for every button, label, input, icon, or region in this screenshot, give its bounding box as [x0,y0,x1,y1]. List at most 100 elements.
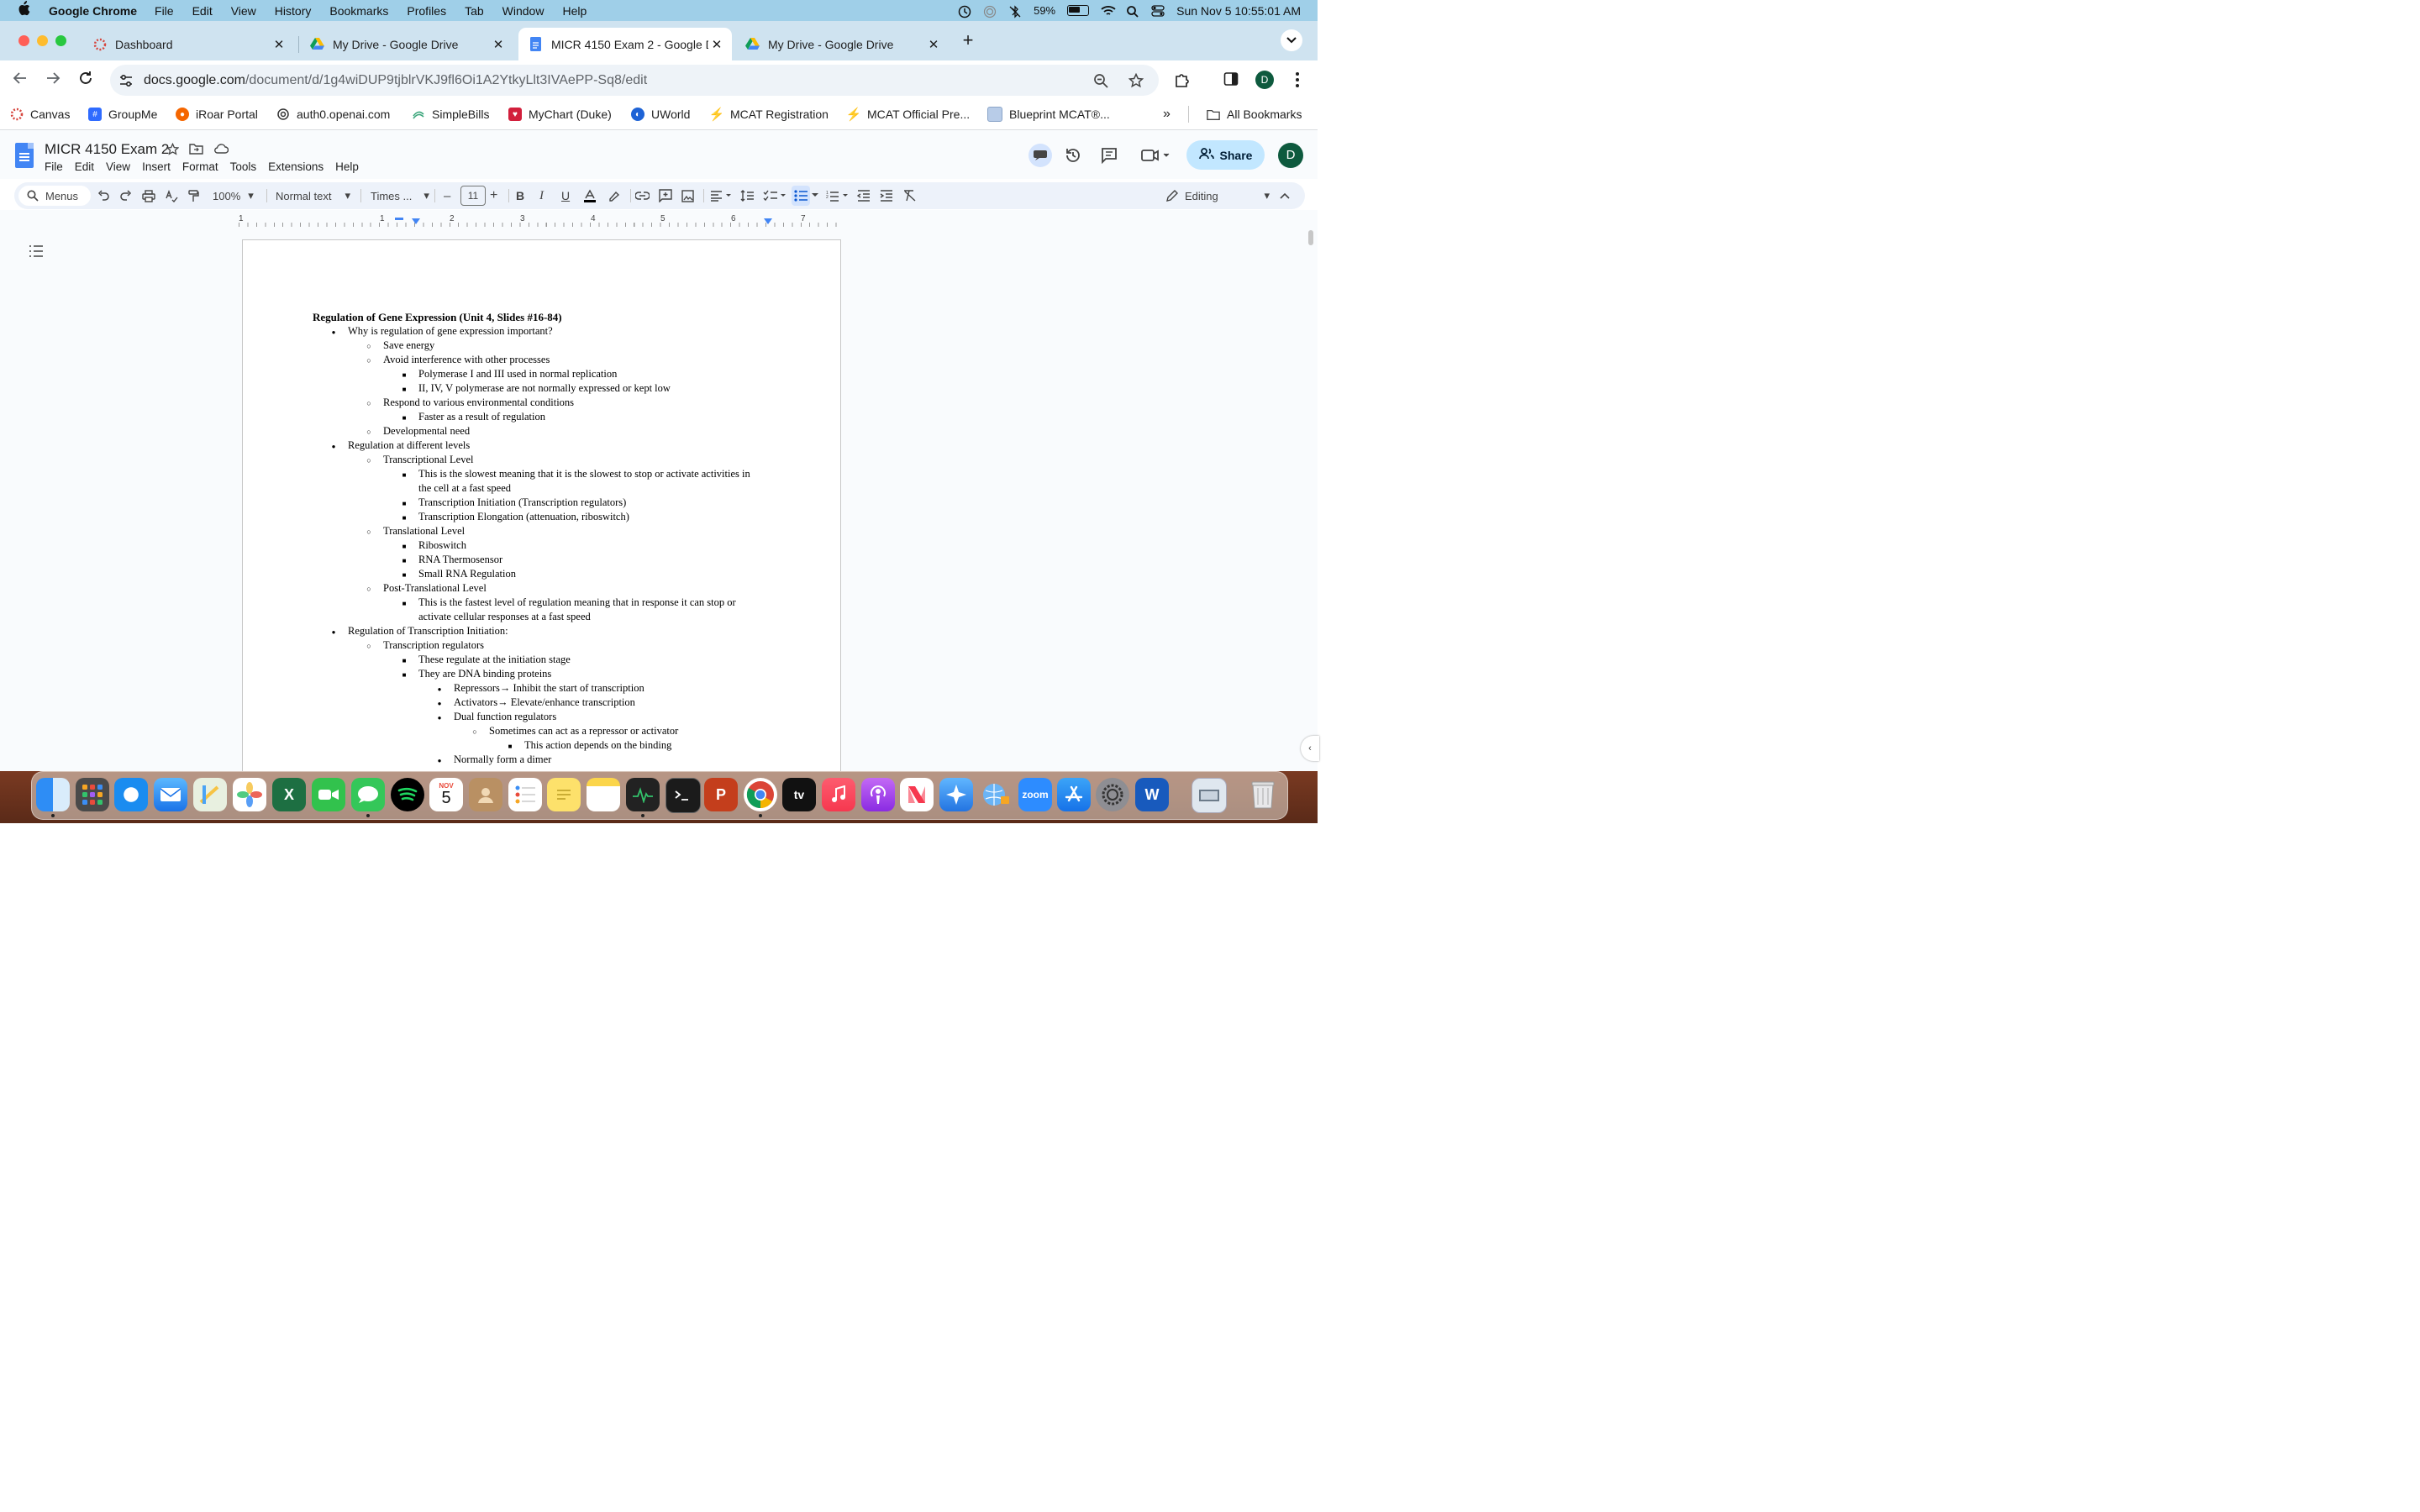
maps-icon[interactable] [193,778,227,811]
new-tab-button[interactable]: + [959,29,977,51]
tab-close-icon[interactable]: ✕ [708,37,725,52]
numbered-list-icon[interactable]: 12 [826,182,850,209]
vpn-globe-icon[interactable] [979,778,1013,811]
print-icon[interactable] [142,182,155,209]
docs-menu-extensions[interactable]: Extensions [268,160,324,173]
apple-tv-icon[interactable]: tv [782,778,816,811]
font-family-select[interactable]: Times ... ▾ [371,182,429,209]
zoom-magnifier-icon[interactable] [1093,73,1108,88]
gemini-chat-icon[interactable] [1028,144,1052,167]
bookmark-auth0[interactable]: auth0.openai.com [276,106,390,123]
powerpoint-icon[interactable]: P [704,778,738,811]
bookmarks-overflow-button[interactable]: » [1163,106,1171,123]
reload-icon[interactable] [76,71,95,89]
clear-formatting-icon[interactable] [903,182,917,209]
move-folder-icon[interactable] [189,143,203,158]
docs-menu-view[interactable]: View [106,160,130,173]
tab-search-chevron-icon[interactable] [1281,29,1302,51]
forward-arrow-icon[interactable] [44,71,62,89]
menu-history[interactable]: History [275,4,312,18]
address-bar[interactable]: docs.google.com/document/d/1g4wiDUP9tjbl… [110,65,1159,96]
zoom-window-button[interactable] [55,35,66,46]
tab-my-drive-2[interactable]: My Drive - Google Drive ✕ [735,28,949,60]
mail-icon[interactable] [154,778,187,811]
document-title[interactable]: MICR 4150 Exam 2 [45,141,169,158]
decrease-indent-icon[interactable] [857,182,871,209]
bookmark-canvas[interactable]: Canvas [10,106,70,123]
bookmark-mcat-official-prep[interactable]: ⚡ MCAT Official Pre... [846,106,970,123]
comments-icon[interactable] [1101,147,1119,165]
bookmark-mcat-registration[interactable]: ⚡ MCAT Registration [709,106,829,123]
tab-micr-exam-active[interactable]: MICR 4150 Exam 2 - Google D ✕ [518,28,732,60]
underline-icon[interactable]: U [561,182,570,209]
undo-icon[interactable] [97,182,109,209]
contacts-icon[interactable] [469,778,502,811]
align-left-icon[interactable] [710,182,732,209]
messages-icon[interactable] [351,778,385,811]
photos-icon[interactable] [233,778,266,811]
menu-file[interactable]: File [155,4,174,18]
control-center-icon[interactable] [1151,4,1165,17]
bookmark-uworld[interactable]: ◐ UWorld [631,106,690,123]
star-icon[interactable] [166,142,180,158]
text-color-icon[interactable] [583,182,597,209]
chrome-icon[interactable] [744,778,777,811]
tab-close-icon[interactable]: ✕ [490,37,507,52]
extensions-puzzle-icon[interactable] [1174,71,1191,88]
document-page[interactable]: Regulation of Gene Expression (Unit 4, S… [242,239,841,779]
left-indent-marker[interactable] [412,218,420,224]
collapse-toolbar-chevron-icon[interactable] [1280,182,1290,209]
trash-icon[interactable] [1246,778,1280,811]
menu-edit[interactable]: Edit [192,4,213,18]
menu-profiles[interactable]: Profiles [407,4,446,18]
app-store-icon[interactable] [1057,778,1091,811]
redo-icon[interactable] [120,182,132,209]
finder-icon[interactable] [36,778,70,811]
docs-menu-insert[interactable]: Insert [142,160,171,173]
tab-close-icon[interactable]: ✕ [925,37,942,52]
account-avatar[interactable]: D [1278,143,1303,168]
airdrop-icon[interactable] [983,5,997,18]
meet-video-icon[interactable] [1141,147,1173,165]
tab-close-icon[interactable]: ✕ [271,37,287,52]
menu-window[interactable]: Window [502,4,544,18]
app-name-menu[interactable]: Google Chrome [49,4,137,18]
increase-font-size-button[interactable]: + [490,182,497,209]
italic-icon[interactable]: I [539,182,544,209]
chrome-menu-kebab-icon[interactable] [1292,71,1309,88]
decrease-font-size-button[interactable]: – [444,182,450,209]
wifi-icon[interactable] [1101,5,1116,17]
menu-view[interactable]: View [231,4,256,18]
bulleted-list-icon[interactable] [792,186,810,206]
vertical-scrollbar-thumb[interactable] [1308,230,1313,245]
editing-mode-select[interactable]: Editing ▾ [1166,186,1270,206]
bookmark-star-icon[interactable] [1128,72,1144,88]
docs-menu-format[interactable]: Format [182,160,218,173]
safari-icon[interactable] [114,778,148,811]
menubar-clock[interactable]: Sun Nov 5 10:55:01 AM [1176,4,1301,18]
excel-icon[interactable]: X [272,778,306,811]
bookmark-blueprint-mcat[interactable]: Blueprint MCAT®... [987,106,1110,123]
stickies-icon[interactable] [547,778,581,811]
activity-monitor-icon[interactable] [626,778,660,811]
share-button[interactable]: Share [1186,140,1265,170]
bookmark-mychart[interactable]: ♥ MyChart (Duke) [508,106,612,123]
close-window-button[interactable] [18,35,29,46]
bold-icon[interactable]: B [516,182,524,209]
minimize-window-button[interactable] [37,35,48,46]
chrome-profile-avatar[interactable]: D [1255,71,1274,89]
document-outline-icon[interactable] [29,244,44,258]
menu-help[interactable]: Help [562,4,587,18]
tab-my-drive[interactable]: My Drive - Google Drive ✕ [300,28,513,60]
launchpad-icon[interactable] [76,778,109,811]
docs-menu-file[interactable]: File [45,160,63,173]
word-icon[interactable]: W [1135,778,1169,811]
notes-icon[interactable] [587,778,620,811]
reminders-icon[interactable] [508,778,542,811]
bookmark-iroar-portal[interactable]: ● iRoar Portal [176,106,258,123]
side-panel-expand-chevron-icon[interactable]: ‹ [1301,736,1319,761]
line-spacing-icon[interactable] [740,182,754,209]
bookmark-simplebills[interactable]: SimpleBills [412,106,489,123]
xcode-instruments-icon[interactable] [939,778,973,811]
zoom-app-icon[interactable]: zoom [1018,778,1052,811]
